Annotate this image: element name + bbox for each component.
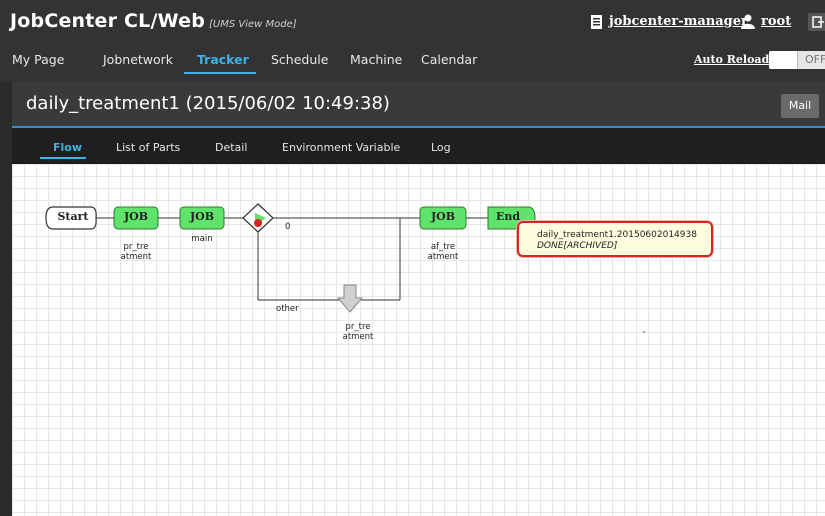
branch-label-0: 0 — [285, 222, 291, 232]
canvas-dot — [643, 331, 645, 333]
job-name-line2: atment — [427, 252, 459, 262]
job-name-pr-treatment: pr_tre atment — [108, 242, 164, 262]
job-label-3: JOB — [430, 210, 456, 223]
sub-job-name-line2: atment — [342, 332, 374, 342]
job-name-main: main — [174, 234, 230, 244]
job-name-line1: main — [191, 234, 213, 244]
tooltip-tracker-id: daily_treatment1.20150602014938 — [537, 230, 697, 240]
start-label: Start — [57, 210, 89, 223]
branch-diamond[interactable] — [242, 203, 274, 233]
sub-job-arrow-icon[interactable] — [336, 284, 364, 313]
status-tooltip: daily_treatment1.20150602014938 DONE[ARC… — [517, 221, 713, 257]
job-name-af-treatment: af_tre atment — [415, 242, 471, 262]
job-name-line1: pr_tre — [123, 242, 149, 252]
branch-label-other: other — [276, 304, 299, 314]
job-label-2: JOB — [189, 210, 215, 223]
job-name-line2: atment — [120, 252, 152, 262]
tooltip-status: DONE[ARCHIVED] — [537, 241, 618, 251]
sub-job-name-line1: pr_tre — [345, 322, 371, 332]
job-name-line1: af_tre — [430, 242, 456, 252]
job-label-1: JOB — [123, 210, 149, 223]
sub-job-name: pr_tre atment — [330, 322, 386, 342]
